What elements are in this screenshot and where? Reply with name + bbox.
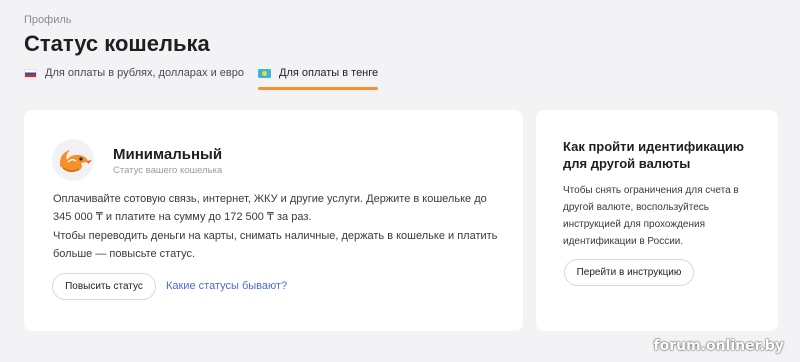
tab-label: Для оплаты в рублях, долларах и евро [45, 67, 244, 79]
ru-flag-icon [24, 69, 37, 78]
statuses-info-link[interactable]: Какие статусы бывают? [166, 280, 287, 292]
currency-tabs: Для оплаты в рублях, долларах и евро Для… [24, 66, 379, 90]
tab-kzt[interactable]: Для оплаты в тенге [258, 66, 379, 90]
watermark: forum.onliner.by [653, 338, 784, 354]
raise-status-button[interactable]: Повысить статус [52, 273, 156, 300]
breadcrumb[interactable]: Профиль [24, 14, 72, 26]
bird-status-icon [52, 139, 94, 181]
tab-label: Для оплаты в тенге [279, 67, 379, 79]
status-upgrade-hint: Чтобы переводить деньги на карты, снимат… [53, 230, 498, 260]
identification-text: Чтобы снять ограничения для счета в друг… [563, 185, 739, 247]
open-instructions-button[interactable]: Перейти в инструкцию [564, 259, 694, 286]
kz-flag-icon [258, 69, 271, 78]
tab-rub-usd-eur[interactable]: Для оплаты в рублях, долларах и евро [24, 66, 244, 90]
status-subtitle: Статус вашего кошелька [113, 165, 223, 176]
status-title: Минимальный [113, 146, 223, 163]
identification-title: Как пройти идентификацию для другой валю… [563, 139, 745, 171]
status-description: Оплачивайте сотовую связь, интернет, ЖКУ… [53, 193, 487, 223]
page-title: Статус кошелька [24, 31, 210, 56]
identification-card: Как пройти идентификацию для другой валю… [536, 110, 778, 331]
wallet-status-card: Минимальный Статус вашего кошелька Оплач… [24, 110, 523, 331]
